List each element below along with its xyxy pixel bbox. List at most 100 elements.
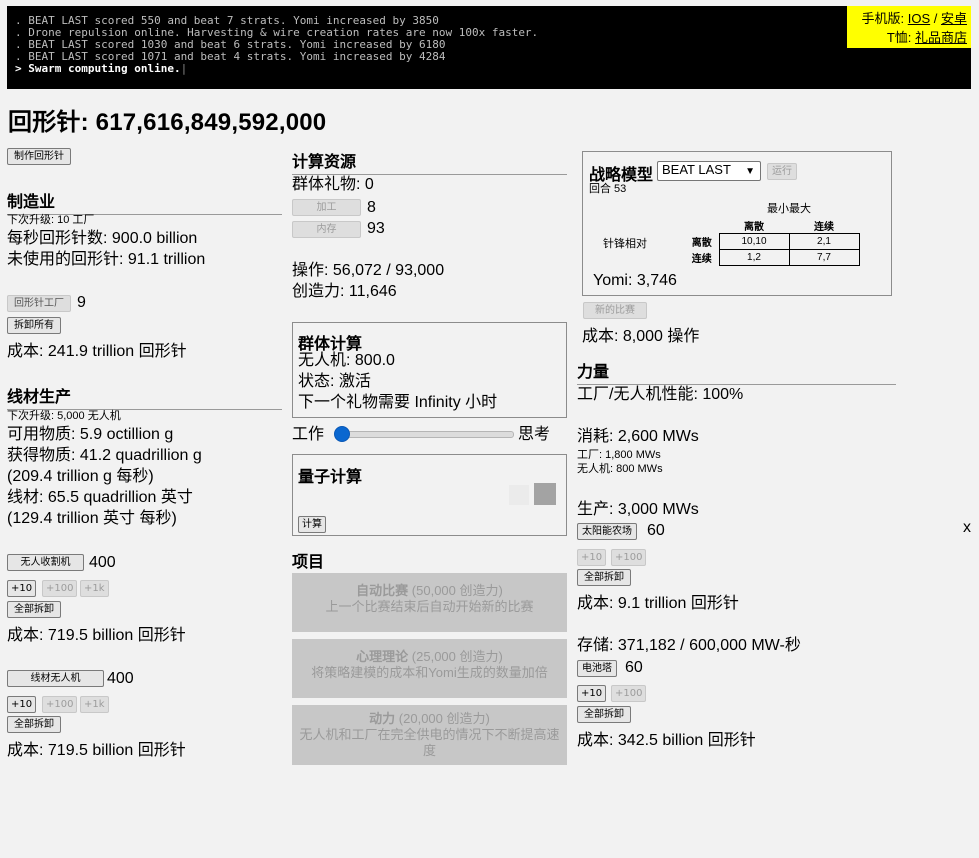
unused-clips: 未使用的回形针: 91.1 trillion	[7, 251, 206, 268]
factory-button[interactable]: 回形针工厂	[7, 295, 71, 312]
project-cost: (20,000 创造力)	[398, 711, 490, 726]
solar-farm-button[interactable]: 太阳能农场	[577, 523, 637, 540]
power-consumption: 消耗: 2,600 MWs	[577, 428, 699, 445]
operations: 操作: 56,072 / 93,000	[292, 262, 445, 279]
strategy-selected-value: BEAT LAST	[662, 162, 731, 177]
wire-drone-cost: 成本: 719.5 billion 回形针	[7, 742, 186, 759]
wire-drone-count: 400	[107, 670, 134, 687]
new-tournament-button[interactable]: 新的比赛	[583, 302, 647, 319]
compute-resources-title: 计算资源	[292, 148, 567, 175]
solar-farm-count: 60	[647, 522, 665, 539]
swarm-next-gift: 下一个礼物需要 Infinity 小时	[298, 394, 498, 411]
solar-farm-cost: 成本: 9.1 trillion 回形针	[577, 595, 739, 612]
battery-add-10-button[interactable]: +10	[577, 685, 607, 702]
payoff-cell: 10,10	[718, 233, 790, 250]
payoff-row-label: 连续	[691, 254, 712, 265]
performance: 工厂/无人机性能: 100%	[577, 386, 744, 403]
strategic-modeling-title: 战略模型	[589, 167, 654, 184]
close-icon[interactable]: x	[963, 518, 971, 538]
manufacturing-title: 制造业	[7, 188, 282, 215]
swarm-drones: 无人机: 800.0	[298, 352, 395, 369]
harvester-add-1k-button[interactable]: +1k	[80, 580, 109, 597]
console-log: . BEAT LAST scored 550 and beat 7 strats…	[7, 6, 971, 89]
solar-dismantle-button[interactable]: 全部拆卸	[577, 569, 631, 586]
harvester-drone-button[interactable]: 无人收割机	[7, 554, 84, 571]
battery-dismantle-button[interactable]: 全部拆卸	[577, 706, 631, 723]
processors-button[interactable]: 加工	[292, 199, 361, 216]
wire-amount: 线材: 65.5 quadrillion 英寸	[7, 489, 193, 506]
harvester-count: 400	[89, 554, 116, 571]
work-think-slider-track[interactable]	[336, 431, 514, 438]
yomi-amount: Yomi: 3,746	[593, 272, 677, 289]
factory-dismantle-button[interactable]: 拆卸所有	[7, 317, 61, 334]
quantum-computing-title: 量子计算	[298, 469, 363, 486]
clips-per-second: 每秒回形针数: 900.0 billion	[7, 230, 198, 247]
quantum-chip	[509, 485, 529, 505]
paperclip-total: 回形针: 617,616,849,592,000	[8, 109, 327, 136]
project-name: 心理理论	[356, 649, 409, 664]
think-label: 思考	[518, 426, 551, 443]
creativity: 创造力: 11,646	[292, 283, 397, 300]
project-momentum[interactable]: 动力 (20,000 创造力) 无人机和工厂在完全供电的情况下不断提高速度	[292, 705, 567, 765]
project-title: 动力 (20,000 创造力)	[298, 711, 561, 727]
harvester-add-10-button[interactable]: +10	[7, 580, 37, 597]
payoff-header: 最小最大	[767, 203, 811, 215]
project-cost: (50,000 创造力)	[411, 583, 503, 598]
opponent-strategy-label: 针锋相对	[603, 238, 647, 250]
project-theory-of-mind[interactable]: 心理理论 (25,000 创造力) 将策略建模的成本和Yomi生成的数量加倍	[292, 639, 567, 698]
quantum-chip	[534, 483, 556, 505]
quantum-computing-panel: 量子计算 计算	[292, 454, 567, 536]
wire-drone-add-100-button[interactable]: +100	[42, 696, 78, 713]
memory-button[interactable]: 内存	[292, 221, 361, 238]
wire-next-upgrade: 下次升级: 5,000 无人机	[7, 410, 121, 422]
ios-link[interactable]: IOS	[908, 11, 930, 26]
battery-add-100-button[interactable]: +100	[611, 685, 647, 702]
factory-count: 9	[77, 294, 86, 311]
work-think-slider-thumb[interactable]	[334, 426, 350, 442]
power-title: 力量	[577, 358, 896, 385]
project-description: 将策略建模的成本和Yomi生成的数量加倍	[311, 665, 548, 680]
run-strategy-button[interactable]: 运行	[767, 163, 797, 180]
chevron-down-icon: ▼	[745, 166, 755, 177]
strategy-select[interactable]: BEAT LAST ▼	[657, 161, 761, 181]
battery-tower-count: 60	[625, 659, 643, 676]
quantum-compute-button[interactable]: 计算	[298, 516, 326, 533]
console-cursor: |	[180, 62, 188, 75]
battery-tower-cost: 成本: 342.5 billion 回形针	[577, 732, 756, 749]
wire-drone-add-1k-button[interactable]: +1k	[80, 696, 109, 713]
harvester-cost: 成本: 719.5 billion 回形针	[7, 627, 186, 644]
swarm-computing-panel: 群体计算 无人机: 800.0 状态: 激活 下一个礼物需要 Infinity …	[292, 322, 567, 418]
make-paperclip-button[interactable]: 制作回形针	[7, 148, 71, 165]
wire-drone-button[interactable]: 线材无人机	[7, 670, 104, 687]
project-name: 自动比赛	[356, 583, 409, 598]
link-separator: /	[930, 11, 941, 26]
harvester-add-100-button[interactable]: +100	[42, 580, 78, 597]
project-auto-tournament[interactable]: 自动比赛 (50,000 创造力) 上一个比赛结束后自动开始新的比赛	[292, 573, 567, 632]
solar-add-10-button[interactable]: +10	[577, 549, 607, 566]
wire-rate: (129.4 trillion 英寸 每秒)	[7, 510, 177, 527]
payoff-col-label: 连续	[814, 222, 834, 233]
manufacturing-next-upgrade: 下次升级: 10 工厂	[7, 214, 95, 226]
swarm-status: 状态: 激活	[298, 373, 371, 390]
memory-count: 93	[367, 220, 385, 237]
wire-drone-add-10-button[interactable]: +10	[7, 696, 37, 713]
available-matter: 可用物质: 5.9 octillion g	[7, 426, 174, 443]
payoff-cell: 2,1	[788, 233, 860, 250]
solar-add-100-button[interactable]: +100	[611, 549, 647, 566]
drone-power-use: 无人机: 800 MWs	[577, 463, 663, 475]
wire-drone-dismantle-button[interactable]: 全部拆卸	[7, 716, 61, 733]
power-production: 生产: 3,000 MWs	[577, 501, 699, 518]
android-link[interactable]: 安卓	[941, 11, 967, 26]
strategic-modeling-panel: 战略模型 BEAT LAST ▼ 运行 回合 53 最小最大 离散 连续 离散 …	[582, 151, 892, 296]
swarm-gifts: 群体礼物: 0	[292, 176, 374, 193]
power-storage: 存储: 371,182 / 600,000 MW-秒	[577, 637, 801, 654]
tournament-cost: 成本: 8,000 操作	[582, 328, 700, 345]
project-title: 自动比赛 (50,000 创造力)	[298, 583, 561, 599]
harvester-dismantle-button[interactable]: 全部拆卸	[7, 601, 61, 618]
round-label: 回合 53	[589, 183, 627, 195]
project-cost: (25,000 创造力)	[411, 649, 503, 664]
battery-tower-button[interactable]: 电池塔	[577, 660, 617, 677]
project-title: 心理理论 (25,000 创造力)	[298, 649, 561, 665]
project-description: 上一个比赛结束后自动开始新的比赛	[325, 599, 534, 614]
gift-shop-link[interactable]: 礼品商店	[915, 30, 967, 45]
